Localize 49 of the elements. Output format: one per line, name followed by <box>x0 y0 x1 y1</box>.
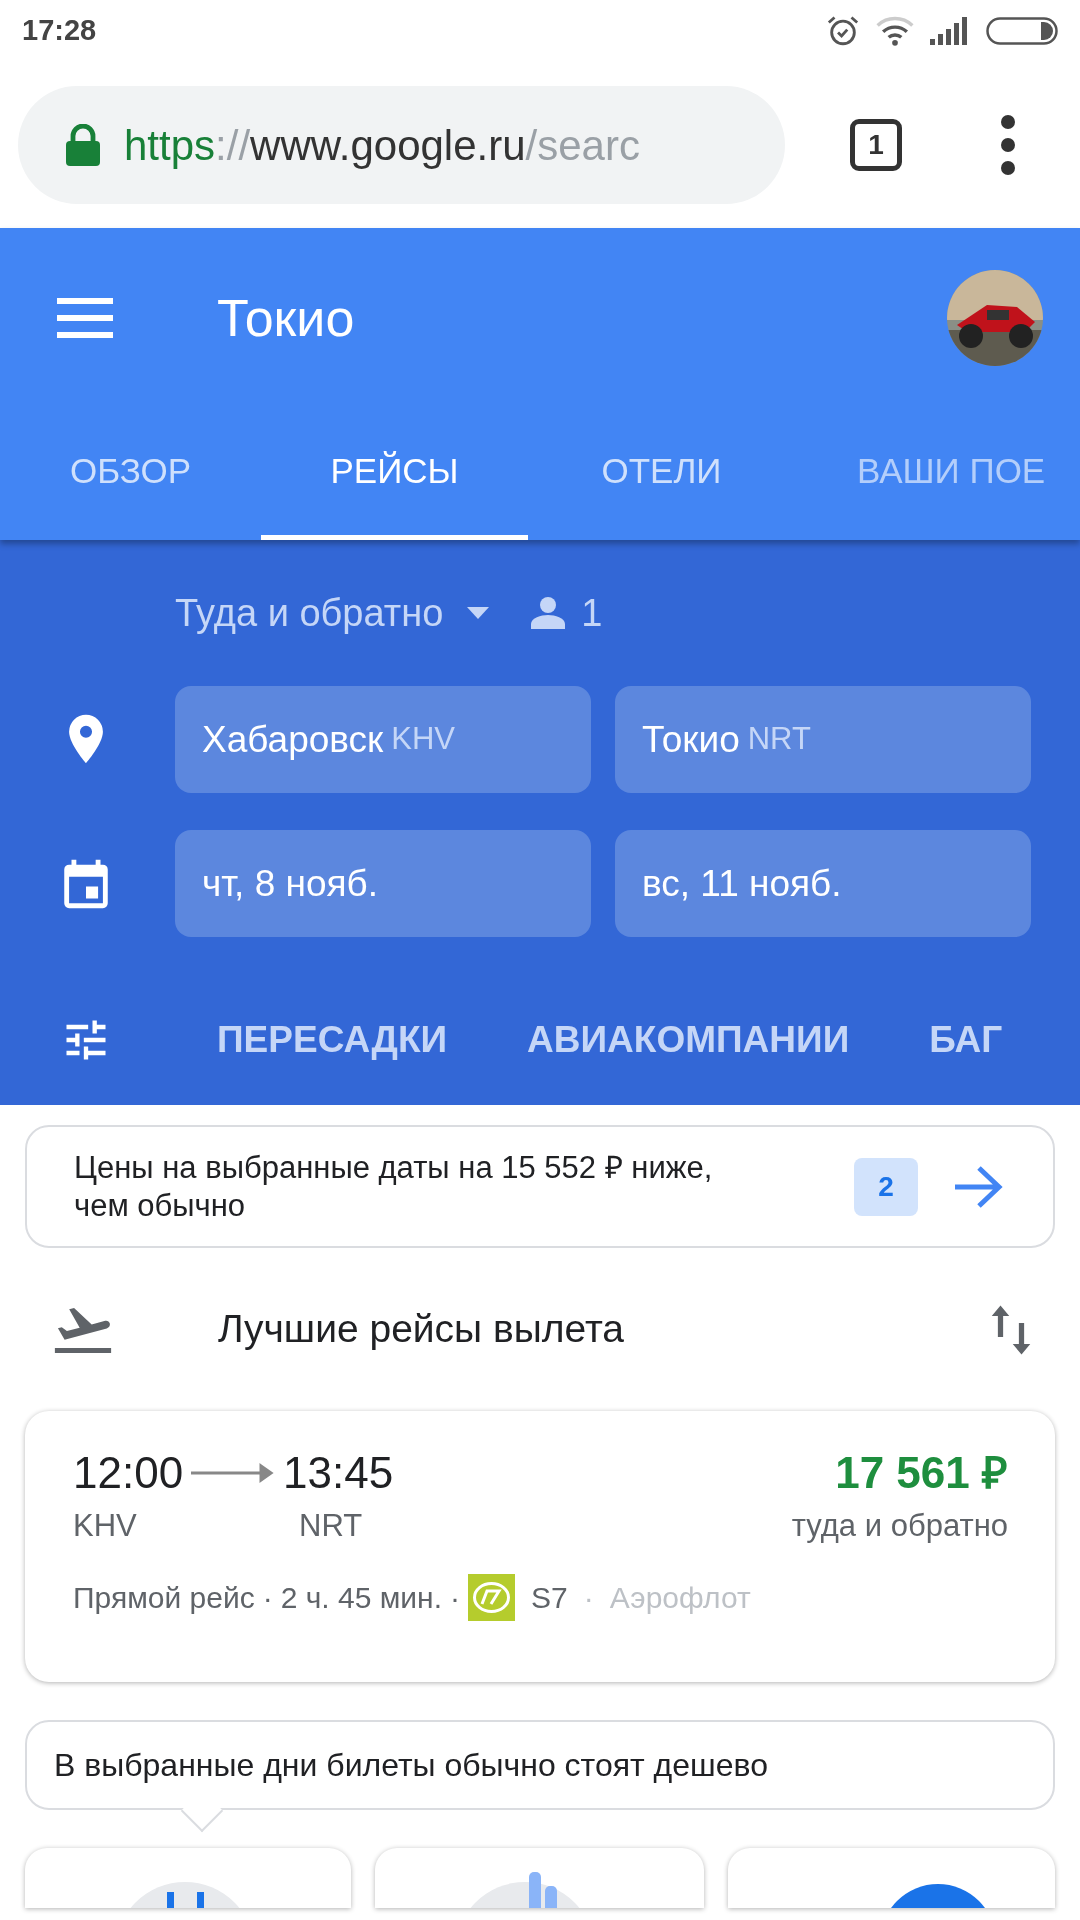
count-badge: 2 <box>854 1157 918 1216</box>
filter-chip[interactable]: АВИАКОМПАНИИ <box>527 1012 850 1068</box>
partner-airline: Аэрофлот <box>609 1579 751 1616</box>
separator-dot: · <box>583 1579 594 1616</box>
arrow-right-icon <box>191 1463 276 1483</box>
status-time: 17:28 <box>22 13 97 49</box>
price-insight-banner[interactable]: Цены на выбранные даты на 15 552 ₽ ниже, чем обычно 2 <box>25 1125 1055 1248</box>
airport-code: KHV <box>73 1507 138 1545</box>
price-text: 17 561 ₽ <box>834 1451 1008 1495</box>
caret-icon <box>467 607 490 619</box>
nav-tab[interactable]: ОБЗОР <box>0 408 261 540</box>
airline-logo <box>468 1573 515 1621</box>
arrow-right-icon <box>953 1164 1003 1209</box>
lock-icon <box>66 124 100 166</box>
battery-icon <box>986 17 1058 45</box>
more-menu-icon[interactable] <box>1000 114 1016 176</box>
url-text: https://www.google.ru/searc <box>124 120 640 171</box>
separator-dot: · <box>262 1579 273 1616</box>
destination-field[interactable]: Токио NRT <box>615 686 1031 793</box>
filter-chip[interactable]: ПЕРЕСАДКИ <box>217 1012 448 1068</box>
tip-text: В выбранные дни билеты обычно стоят дешево <box>54 1746 768 1785</box>
banner-text: Цены на выбранные даты на 15 552 ₽ ниже, чем обычно <box>74 1149 714 1224</box>
airport-code: NRT <box>299 1507 363 1545</box>
stops-text: Прямой рейс <box>73 1579 255 1616</box>
takeoff-icon <box>52 1306 114 1353</box>
nav-tab[interactable]: ОТЕЛИ <box>528 408 795 540</box>
return-date-field[interactable]: вс, 11 нояб. <box>615 830 1031 937</box>
price-note: туда и обратно <box>791 1507 1008 1545</box>
wifi-icon <box>876 16 914 46</box>
nav-tab[interactable]: ВАШИ ПОЕ <box>795 408 1046 540</box>
depart-time: 12:00 <box>73 1451 184 1495</box>
trip-type-dropdown[interactable]: Туда и обратно <box>175 584 490 642</box>
arrive-time: 13:45 <box>283 1451 394 1495</box>
person-icon <box>531 597 566 629</box>
tab-count-button[interactable]: 1 <box>850 119 902 171</box>
filter-chip[interactable]: БАГ <box>929 1012 1003 1068</box>
page-title: Токио <box>217 288 356 349</box>
section-title: Лучшие рейсы вылета <box>218 1306 625 1353</box>
separator-dot: · <box>450 1579 460 1616</box>
airline-name: S7 <box>531 1579 568 1616</box>
flight-card[interactable]: 12:00 13:45 KHV NRT Прямой рейс · 2 ч. 45 мин. · S7 · Аэрофлот 17 561 ₽ туда и обратно <box>25 1411 1055 1682</box>
menu-icon[interactable] <box>57 298 113 338</box>
origin-field[interactable]: Хабаровск KHV <box>175 686 591 793</box>
address-bar[interactable]: https://www.google.ru/searc <box>18 86 785 204</box>
depart-date-field[interactable]: чт, 8 нояб. <box>175 830 591 937</box>
signal-icon <box>930 17 970 45</box>
duration-text: 2 ч. 45 мин. <box>280 1579 442 1616</box>
alarm-icon <box>826 14 860 48</box>
passengers-button[interactable]: 1 <box>531 584 603 642</box>
